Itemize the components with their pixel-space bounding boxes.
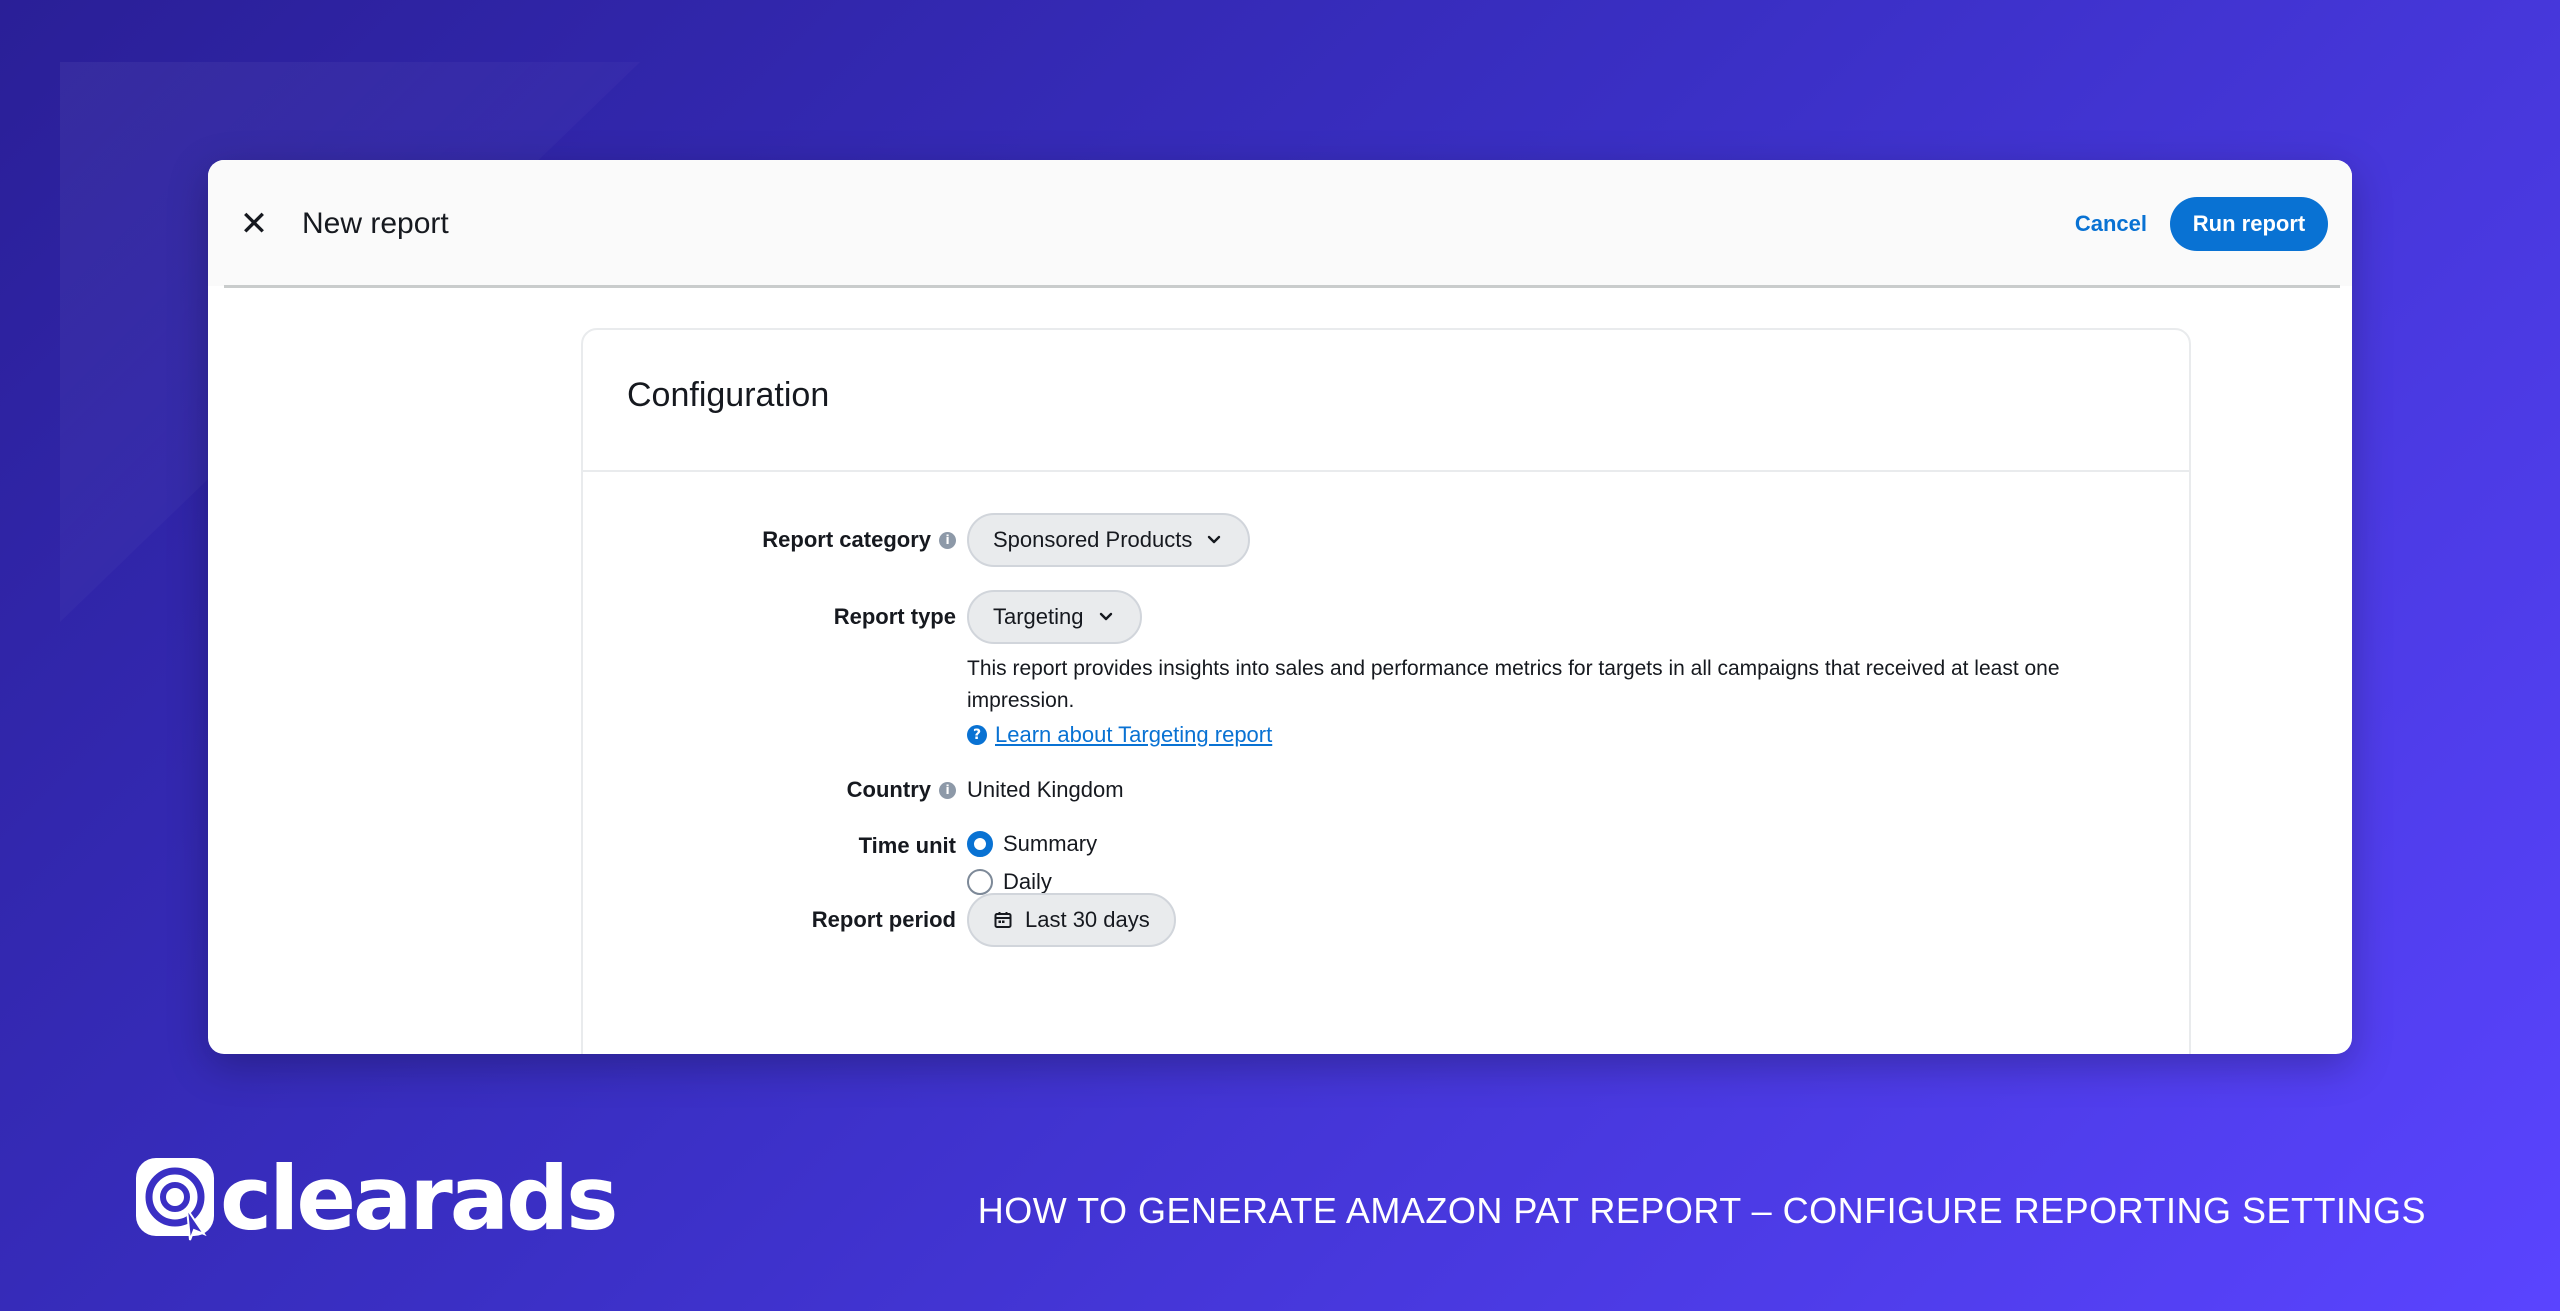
report-category-dropdown[interactable]: Sponsored Products — [967, 513, 1251, 567]
report-type-dropdown[interactable]: Targeting — [967, 590, 1142, 644]
calendar-icon — [994, 912, 1012, 928]
report-category-label: Report category i — [762, 527, 956, 553]
logo-text: clearads — [220, 1147, 619, 1250]
help-icon: ? — [967, 725, 987, 745]
configuration-heading: Configuration — [627, 376, 830, 414]
report-type-label: Report type — [833, 604, 956, 629]
help-line: ? Learn about Targeting report — [967, 722, 1272, 748]
report-category-value: Sponsored Products — [993, 527, 1193, 552]
close-icon[interactable]: ✕ — [232, 202, 276, 246]
header-divider — [224, 285, 2340, 288]
time-unit-option-daily[interactable]: Daily — [967, 869, 1052, 895]
card-divider — [583, 470, 2189, 472]
report-period-label: Report period — [811, 907, 956, 932]
country-value: United Kingdom — [967, 777, 1124, 802]
clearads-logo: clearads — [134, 1147, 619, 1250]
radio-daily[interactable] — [967, 869, 993, 895]
report-type-description: This report provides insights into sales… — [967, 657, 2060, 712]
time-unit-option-summary[interactable]: Summary — [967, 831, 1097, 857]
time-unit-label: Time unit — [858, 833, 956, 858]
caption: HOW TO GENERATE AMAZON PAT REPORT – CONF… — [977, 1190, 2426, 1231]
info-icon[interactable]: i — [939, 531, 956, 549]
logo-at-icon — [136, 1158, 214, 1241]
report-period-value: Last 30 days — [1025, 907, 1150, 932]
learn-about-targeting-link[interactable]: Learn about Targeting report — [995, 722, 1272, 748]
dialog-header: ✕ New report Cancel Run report — [208, 160, 2352, 286]
report-period-picker[interactable]: Last 30 days — [967, 893, 1176, 947]
run-report-button[interactable]: Run report — [2170, 197, 2328, 251]
dialog-title: New report — [302, 207, 449, 240]
chevron-down-icon — [1099, 612, 1112, 621]
chevron-down-icon — [1208, 535, 1221, 544]
new-report-dialog: ✕ New report Cancel Run report Configura… — [208, 160, 2352, 1054]
report-type-value: Targeting — [993, 604, 1084, 629]
cancel-button[interactable]: Cancel — [2075, 204, 2147, 244]
configuration-card: Configuration Report category i Sponsore… — [581, 328, 2191, 1054]
country-label: Country i — [847, 777, 956, 803]
info-icon[interactable]: i — [939, 781, 956, 799]
radio-summary[interactable] — [967, 831, 993, 857]
